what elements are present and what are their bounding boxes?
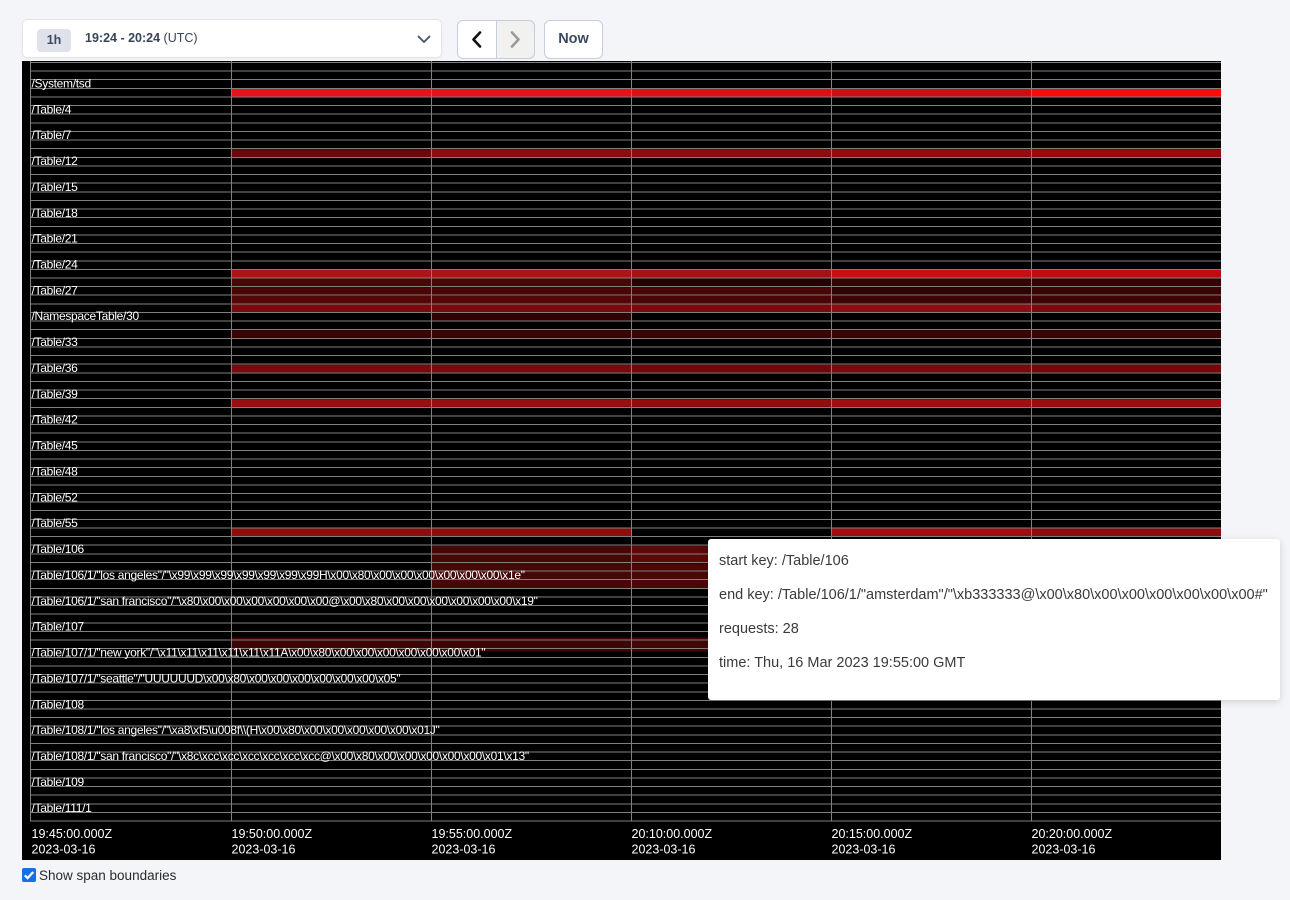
svg-text:20:15:00.000Z: 20:15:00.000Z	[832, 827, 913, 841]
svg-text:/Table/107: /Table/107	[32, 620, 85, 634]
svg-text:2023-03-16: 2023-03-16	[432, 843, 496, 857]
svg-text:/Table/33: /Table/33	[32, 335, 79, 349]
svg-text:/Table/106/1/"san francisco"/": /Table/106/1/"san francisco"/"\x80\x00\x…	[32, 594, 538, 608]
svg-text:/Table/106: /Table/106	[32, 542, 85, 556]
svg-text:20:20:00.000Z: 20:20:00.000Z	[1032, 827, 1113, 841]
svg-text:/Table/24: /Table/24	[32, 258, 79, 272]
svg-text:/Table/55: /Table/55	[32, 516, 79, 530]
svg-text:/Table/12: /Table/12	[32, 154, 79, 168]
svg-text:/Table/18: /Table/18	[32, 206, 79, 220]
svg-text:/Table/108/1/"los angeles"/"\x: /Table/108/1/"los angeles"/"\xa8\xf5\u00…	[32, 723, 440, 737]
svg-text:2023-03-16: 2023-03-16	[32, 843, 96, 857]
svg-text:/Table/48: /Table/48	[32, 464, 79, 478]
svg-text:/Table/7: /Table/7	[32, 128, 72, 142]
svg-text:2023-03-16: 2023-03-16	[832, 843, 896, 857]
svg-text:19:55:00.000Z: 19:55:00.000Z	[432, 827, 513, 841]
svg-text:2023-03-16: 2023-03-16	[1032, 843, 1096, 857]
svg-text:/Table/52: /Table/52	[32, 490, 79, 504]
svg-text:/Table/21: /Table/21	[32, 232, 79, 246]
svg-text:/Table/45: /Table/45	[32, 439, 79, 453]
svg-text:/Table/109: /Table/109	[32, 775, 85, 789]
svg-text:/Table/108/1/"san francisco"/": /Table/108/1/"san francisco"/"\x8c\xcc\x…	[32, 749, 529, 763]
svg-text:/Table/107/1/"new york"/"\x11\: /Table/107/1/"new york"/"\x11\x11\x11\x1…	[32, 646, 486, 660]
svg-text:/Table/106/1/"los angeles"/"\x: /Table/106/1/"los angeles"/"\x99\x99\x99…	[32, 568, 525, 582]
svg-text:19:50:00.000Z: 19:50:00.000Z	[232, 827, 313, 841]
svg-text:2023-03-16: 2023-03-16	[632, 843, 696, 857]
svg-text:/Table/36: /Table/36	[32, 361, 79, 375]
svg-text:/Table/111/1: /Table/111/1	[32, 801, 93, 815]
svg-text:/System/tsd: /System/tsd	[32, 76, 91, 90]
svg-text:/Table/15: /Table/15	[32, 180, 79, 194]
svg-text:/NamespaceTable/30: /NamespaceTable/30	[32, 309, 140, 323]
svg-text:/Table/39: /Table/39	[32, 387, 79, 401]
svg-text:/Table/108: /Table/108	[32, 697, 85, 711]
svg-text:19:45:00.000Z: 19:45:00.000Z	[32, 827, 113, 841]
svg-text:/Table/27: /Table/27	[32, 283, 79, 297]
svg-text:/Table/42: /Table/42	[32, 413, 79, 427]
svg-text:/Table/107/1/"seattle"/"UUUUUU: /Table/107/1/"seattle"/"UUUUUUD\x00\x80\…	[32, 671, 401, 685]
svg-text:/Table/4: /Table/4	[32, 102, 72, 116]
svg-text:20:10:00.000Z: 20:10:00.000Z	[632, 827, 713, 841]
svg-text:2023-03-16: 2023-03-16	[232, 843, 296, 857]
